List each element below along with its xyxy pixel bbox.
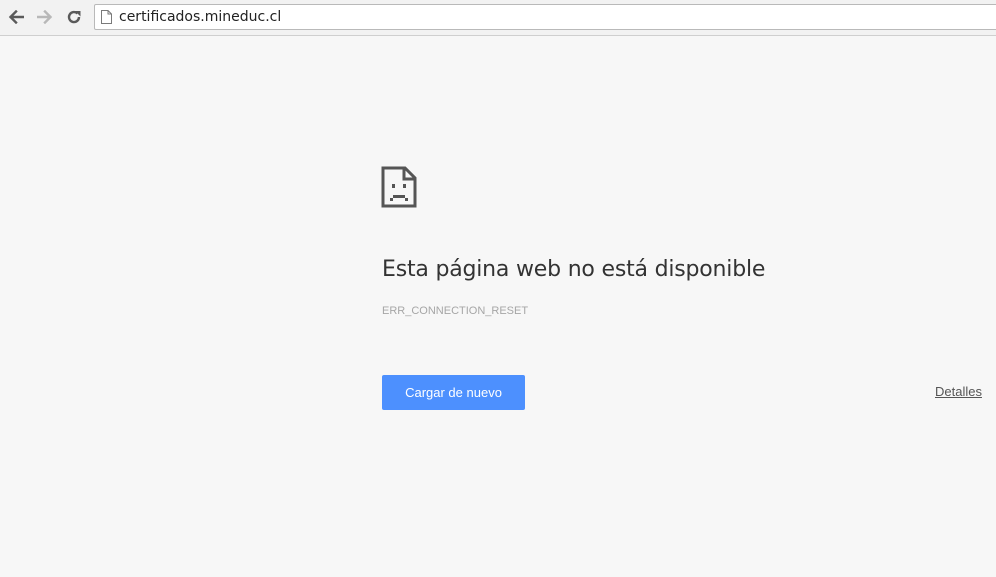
back-button[interactable] <box>5 6 27 28</box>
address-bar[interactable]: certificados.mineduc.cl <box>94 4 996 30</box>
details-link[interactable]: Detalles <box>935 384 982 399</box>
browser-toolbar: certificados.mineduc.cl <box>0 0 996 36</box>
sad-page-icon <box>381 166 417 208</box>
reload-button[interactable] <box>63 6 85 28</box>
url-text: certificados.mineduc.cl <box>119 9 282 25</box>
error-title: Esta página web no está disponible <box>382 257 766 282</box>
forward-button[interactable] <box>34 6 56 28</box>
arrow-right-icon <box>37 10 53 24</box>
reload-page-button[interactable]: Cargar de nuevo <box>382 375 525 410</box>
error-code: ERR_CONNECTION_RESET <box>382 305 529 317</box>
arrow-left-icon <box>8 10 24 24</box>
reload-icon <box>67 10 81 24</box>
page-icon <box>101 10 112 24</box>
